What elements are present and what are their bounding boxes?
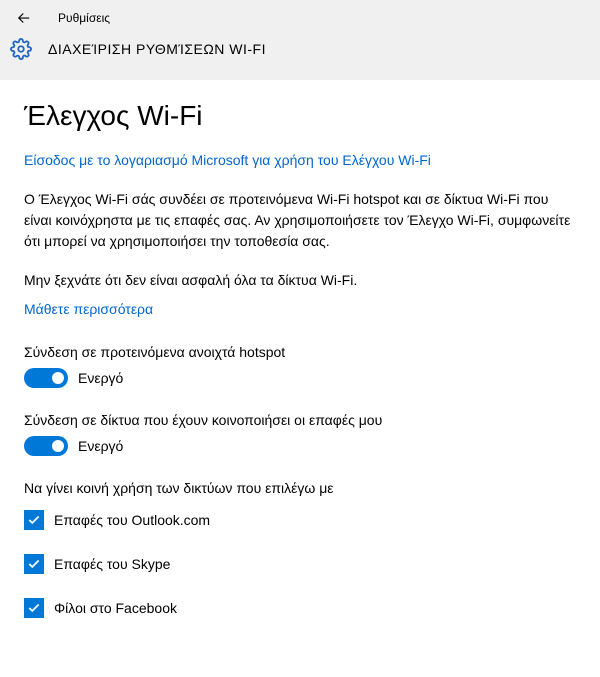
learn-more-link[interactable]: Μάθετε περισσότερα xyxy=(24,299,153,320)
toggle1-state: Ενεργό xyxy=(78,370,123,386)
checkbox-outlook-label: Επαφές του Outlook.com xyxy=(54,512,210,528)
toggle2-label: Σύνδεση σε δίκτυα που έχουν κοινοποιήσει… xyxy=(24,412,576,428)
checkbox-facebook-label: Φίλοι στο Facebook xyxy=(54,600,177,616)
checkbox-row-outlook: Επαφές του Outlook.com xyxy=(24,510,576,530)
page-title: Έλεγχος Wi-Fi xyxy=(24,100,576,132)
checkbox-skype-label: Επαφές του Skype xyxy=(54,556,170,572)
checkbox-facebook[interactable] xyxy=(24,598,44,618)
check-icon xyxy=(27,513,41,527)
checkbox-row-skype: Επαφές του Skype xyxy=(24,554,576,574)
back-button[interactable] xyxy=(10,4,38,32)
description-text: Ο Έλεγχος Wi-Fi σάς συνδέει σε προτεινόμ… xyxy=(24,189,576,252)
share-section-label: Να γίνει κοινή χρήση των δικτύων που επι… xyxy=(24,480,576,496)
header-bar: Ρυθμίσεις ΔΙΑΧΕΊΡΙΣΗ ΡΥΘΜΊΣΕΩΝ WI-FI xyxy=(0,0,600,80)
signin-link[interactable]: Είσοδος με το λογαριασμό Microsoft για χ… xyxy=(24,150,431,171)
remember-text: Μην ξεχνάτε ότι δεν είναι ασφαλή όλα τα … xyxy=(24,270,576,291)
toggle1-row: Ενεργό xyxy=(24,368,576,388)
toggle2-state: Ενεργό xyxy=(78,438,123,454)
page-header-title: ΔΙΑΧΕΊΡΙΣΗ ΡΥΘΜΊΣΕΩΝ WI-FI xyxy=(48,41,266,57)
toggle2-row: Ενεργό xyxy=(24,436,576,456)
checkbox-skype[interactable] xyxy=(24,554,44,574)
app-name: Ρυθμίσεις xyxy=(58,11,110,25)
toggle-contact-networks[interactable] xyxy=(24,436,68,456)
toggle-open-hotspots[interactable] xyxy=(24,368,68,388)
checkbox-outlook[interactable] xyxy=(24,510,44,530)
header-top-row: Ρυθμίσεις xyxy=(0,0,600,30)
content-area: Έλεγχος Wi-Fi Είσοδος με το λογαριασμό M… xyxy=(0,80,600,662)
checkbox-row-facebook: Φίλοι στο Facebook xyxy=(24,598,576,618)
check-icon xyxy=(27,557,41,571)
gear-icon xyxy=(10,38,32,60)
check-icon xyxy=(27,601,41,615)
toggle1-label: Σύνδεση σε προτεινόμενα ανοιχτά hotspot xyxy=(24,344,576,360)
back-arrow-icon xyxy=(15,9,33,27)
header-main-row: ΔΙΑΧΕΊΡΙΣΗ ΡΥΘΜΊΣΕΩΝ WI-FI xyxy=(0,30,600,70)
